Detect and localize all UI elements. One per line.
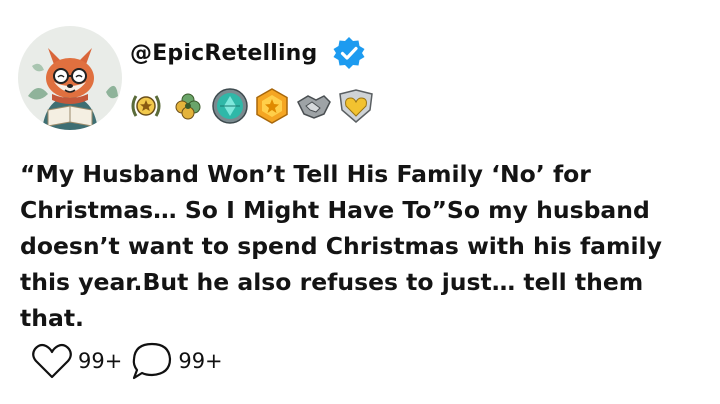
gold-heart-shield-badge-icon (339, 89, 373, 123)
fox-reading-avatar-icon (18, 26, 122, 130)
clover-badge-icon (175, 93, 201, 120)
gold-hexagon-badge-icon (256, 88, 288, 124)
handshake-badge-icon (297, 95, 331, 119)
avatar[interactable] (18, 26, 122, 130)
user-handle[interactable]: @EpicRetelling (130, 41, 318, 66)
post-card: @EpicRetelling “My Husband Won’t Tell Hi… (0, 0, 720, 404)
achievement-badges (126, 86, 376, 126)
post-body-text: “My Husband Won’t Tell His Family ‘No’ f… (20, 160, 662, 332)
teal-gem-badge-icon (212, 88, 248, 124)
comment-count: 99+ (178, 349, 223, 373)
comment-bubble-icon[interactable] (130, 340, 174, 382)
laurel-star-badge-icon (131, 95, 161, 117)
heart-icon[interactable] (30, 340, 74, 382)
like-count: 99+ (78, 349, 123, 373)
handle-row: @EpicRetelling (130, 36, 366, 70)
verified-badge-icon (333, 37, 364, 69)
post-actions: 99+ 99+ (30, 340, 231, 382)
